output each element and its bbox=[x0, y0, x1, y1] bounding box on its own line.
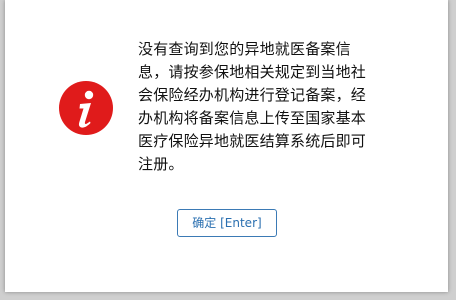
alert-dialog: 没有查询到您的异地就医备案信息，请按参保地相关规定到当地社会保险经办机构进行登记… bbox=[5, 0, 448, 292]
info-icon bbox=[58, 80, 114, 136]
dialog-message: 没有查询到您的异地就医备案信息，请按参保地相关规定到当地社会保险经办机构进行登记… bbox=[138, 40, 367, 173]
ok-button[interactable]: 确定 [Enter] bbox=[177, 209, 277, 237]
